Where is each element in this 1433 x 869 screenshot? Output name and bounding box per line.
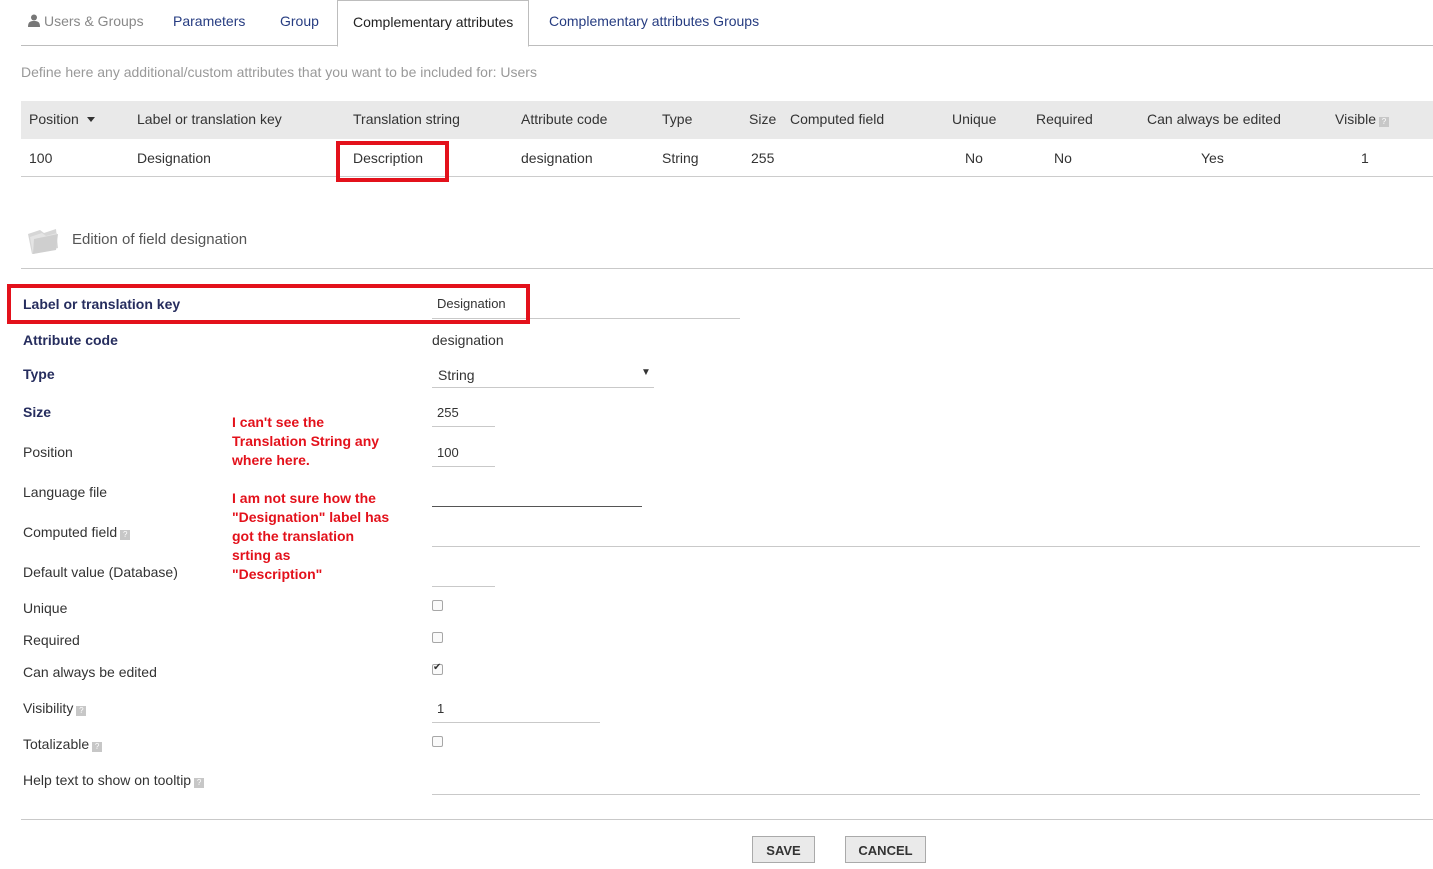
help-text-label: Help text to show on tooltip? — [23, 772, 205, 788]
col-translation: Translation string — [353, 111, 460, 127]
annotation-line: I am not sure how the — [232, 490, 376, 506]
col-visible: Visible? — [1335, 111, 1389, 127]
col-type: Type — [662, 111, 693, 127]
type-select-underline — [432, 387, 654, 388]
annotation-note-1: I can't see the Translation String any w… — [232, 413, 379, 470]
annotation-line: srting as — [232, 547, 291, 563]
help-icon[interactable]: ? — [194, 778, 205, 788]
save-button[interactable]: SAVE — [752, 836, 815, 863]
annotation-line: I can't see the — [232, 414, 325, 430]
cell-position: 100 — [29, 150, 53, 166]
highlight-box-translation — [336, 141, 449, 182]
cell-required: No — [1054, 150, 1072, 166]
annotation-line: got the translation — [232, 528, 355, 544]
help-text-underline — [432, 794, 1420, 795]
tab-bar-divider — [21, 45, 1433, 46]
visibility-label: Visibility? — [23, 700, 87, 716]
folder-icon — [26, 224, 60, 259]
position-underline — [432, 466, 495, 467]
totalizable-checkbox[interactable] — [432, 736, 443, 747]
section-divider — [21, 268, 1433, 269]
position-input[interactable]: 100 — [437, 445, 459, 460]
col-can-edit: Can always be edited — [1147, 111, 1281, 127]
col-size: Size — [749, 111, 777, 127]
sort-down-icon — [86, 117, 95, 122]
help-icon[interactable]: ? — [120, 530, 131, 540]
can-always-edit-label: Can always be edited — [23, 664, 157, 680]
cell-label: Designation — [137, 150, 211, 166]
attribute-code-label: Attribute code — [23, 332, 118, 348]
annotation-line: "Designation" label has — [232, 509, 390, 525]
size-label: Size — [23, 404, 52, 420]
default-value-label: Default value (Database) — [23, 564, 178, 580]
required-checkbox[interactable] — [432, 632, 443, 643]
annotation-line: where here. — [232, 452, 310, 468]
col-attribute-code: Attribute code — [521, 111, 608, 127]
required-label: Required — [23, 632, 80, 648]
tab-group[interactable]: Group — [280, 13, 319, 29]
col-position[interactable]: Position — [29, 111, 95, 127]
col-required: Required — [1036, 111, 1093, 127]
cancel-button[interactable]: CANCEL — [845, 836, 926, 863]
computed-field-underline — [432, 546, 1420, 547]
chevron-down-icon: ▼ — [641, 367, 651, 378]
visibility-label-text: Visibility — [23, 700, 74, 716]
totalizable-label: Totalizable? — [23, 736, 103, 752]
col-computed: Computed field — [790, 111, 885, 127]
cell-can-edit: Yes — [1201, 150, 1224, 166]
table-bottom-border — [21, 176, 1433, 177]
size-input[interactable]: 255 — [437, 405, 459, 420]
type-select-value: String — [438, 367, 475, 383]
annotation-note-2: I am not sure how the "Designation" labe… — [232, 489, 389, 584]
unique-label: Unique — [23, 600, 68, 616]
size-underline — [432, 426, 495, 427]
default-value-underline — [432, 586, 495, 587]
cell-unique: No — [965, 150, 983, 166]
help-text-label-text: Help text to show on tooltip — [23, 772, 192, 788]
col-position-label: Position — [29, 111, 79, 127]
unique-checkbox[interactable] — [432, 600, 443, 611]
annotation-line: "Description" — [232, 566, 323, 582]
help-icon[interactable]: ? — [76, 706, 87, 716]
help-icon[interactable]: ? — [1379, 117, 1389, 127]
position-label: Position — [23, 444, 73, 460]
col-unique: Unique — [952, 111, 997, 127]
attribute-code-value: designation — [432, 332, 504, 348]
language-file-underline — [432, 506, 642, 507]
cell-size: 255 — [751, 150, 775, 166]
computed-field-label: Computed field? — [23, 524, 131, 540]
tab-users-groups[interactable]: Users & Groups — [28, 13, 144, 30]
intro-text: Define here any additional/custom attrib… — [21, 64, 537, 80]
cell-visible: 1 — [1361, 150, 1369, 166]
tab-complementary-attributes-groups[interactable]: Complementary attributes Groups — [549, 13, 759, 29]
user-icon — [28, 14, 40, 30]
tab-parameters[interactable]: Parameters — [173, 13, 245, 29]
visibility-underline — [432, 722, 600, 723]
annotation-line: Translation String any — [232, 433, 380, 449]
highlight-box-label-key — [7, 284, 530, 324]
totalizable-label-text: Totalizable — [23, 736, 90, 752]
visibility-input[interactable]: 1 — [437, 701, 444, 716]
tab-bar: Users & Groups Parameters Group Compleme… — [0, 0, 1433, 47]
edition-title: Edition of field designation — [72, 231, 248, 248]
col-label: Label or translation key — [137, 111, 282, 127]
tab-users-groups-label: Users & Groups — [44, 13, 144, 29]
can-always-edit-checkbox[interactable] — [432, 662, 443, 675]
type-label: Type — [23, 366, 55, 382]
tab-complementary-attributes[interactable]: Complementary attributes — [337, 0, 529, 47]
computed-field-label-text: Computed field — [23, 524, 118, 540]
col-visible-label: Visible — [1335, 111, 1376, 127]
tab-complementary-attributes-label: Complementary attributes — [353, 14, 514, 30]
help-icon[interactable]: ? — [92, 742, 103, 752]
footer-divider — [21, 819, 1433, 820]
language-file-label: Language file — [23, 484, 108, 500]
cell-attribute-code: designation — [521, 150, 593, 166]
cell-type: String — [662, 150, 699, 166]
